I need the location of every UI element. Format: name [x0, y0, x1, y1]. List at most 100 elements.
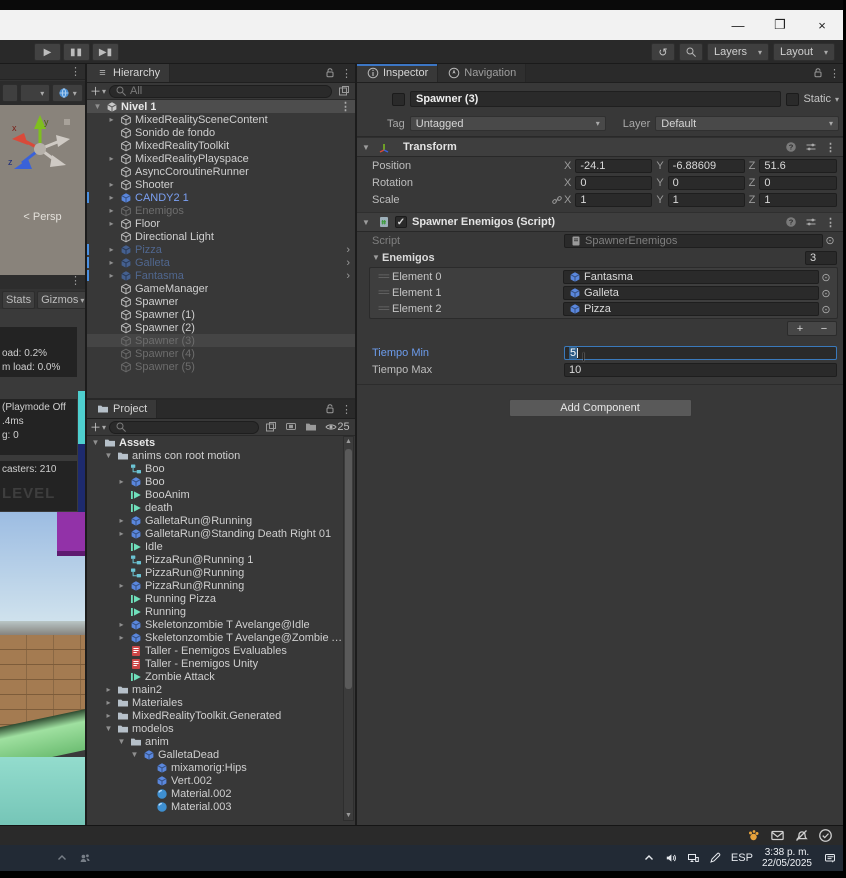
project-row[interactable]: BooAnim	[87, 488, 343, 501]
gizmos-button[interactable]: Gizmos ▾	[37, 291, 85, 309]
script-component-header[interactable]: ▼ ✓ Spawner Enemigos (Script) ? ⋮	[357, 212, 843, 232]
hierarchy-row[interactable]: Directional Light	[87, 230, 355, 243]
create-add-button[interactable]: ＋ ▾	[90, 419, 106, 435]
project-row[interactable]: ▸ Skeletonzombie T Avelange@Idle	[87, 618, 343, 631]
foldout-arrow[interactable]: ▼	[362, 218, 372, 227]
pick-window-icon[interactable]	[335, 85, 352, 97]
expand-arrow[interactable]: ▼	[93, 102, 102, 111]
play-button[interactable]: ▶	[34, 43, 61, 61]
object-name-field[interactable]: Spawner (3)	[410, 91, 782, 107]
project-row[interactable]: ▸ GalletaRun@Standing Death Right 01	[87, 527, 343, 540]
position-y-field[interactable]: -6.88609	[667, 158, 745, 173]
project-row[interactable]: Taller - Enemigos Evaluables	[87, 644, 343, 657]
add-component-button[interactable]: Add Component	[508, 399, 692, 417]
scene-visibility-button[interactable]	[2, 84, 18, 102]
kebab-icon[interactable]: ⋮	[340, 100, 351, 113]
kebab-icon[interactable]: ⋮	[338, 64, 355, 82]
lock-icon[interactable]	[321, 400, 338, 418]
remove-element-button[interactable]: −	[812, 322, 836, 335]
project-row[interactable]: Vert.002	[87, 774, 343, 787]
project-row[interactable]: ▼ GalletaDead	[87, 748, 343, 761]
hierarchy-row[interactable]: ▸ Shooter	[87, 178, 355, 191]
project-row[interactable]: Zombie Attack	[87, 670, 343, 683]
expand-arrow[interactable]: ▸	[117, 516, 126, 525]
tab-inspector[interactable]: Inspector	[357, 64, 439, 82]
project-row[interactable]: Material.003	[87, 800, 343, 813]
hierarchy-row[interactable]: ▸ Pizza ›	[87, 243, 355, 256]
project-row[interactable]: Material.002	[87, 787, 343, 800]
project-row[interactable]: Boo	[87, 462, 343, 475]
expand-arrow[interactable]: ▼	[104, 724, 113, 733]
people-icon[interactable]	[78, 852, 91, 864]
expand-arrow[interactable]: ▸	[107, 206, 116, 215]
prefab-enter-arrow[interactable]: ›	[346, 257, 350, 269]
hierarchy-row[interactable]: ▸ MixedRealityPlayspace	[87, 152, 355, 165]
expand-arrow[interactable]: ▸	[117, 477, 126, 486]
element-object-field[interactable]: Pizza	[563, 302, 819, 316]
gizmos-dropdown[interactable]: ▾	[51, 84, 83, 102]
expand-arrow[interactable]: ▸	[117, 633, 126, 642]
static-checkbox[interactable]	[786, 92, 800, 106]
tiempo-max-field[interactable]: 10	[564, 362, 837, 377]
hierarchy-row[interactable]: GameManager	[87, 282, 355, 295]
speaker-icon[interactable]	[665, 852, 678, 864]
hierarchy-row[interactable]: Spawner (1)	[87, 308, 355, 321]
scene-view-canvas[interactable]: y x z < Persp	[0, 105, 85, 275]
clock[interactable]: 3:38 p. m. 22/05/2025	[762, 847, 812, 869]
game-view-canvas[interactable]: oad: 0.2% m load: 0.0% (Playmode Off .4ms g…	[0, 309, 85, 825]
tiempo-min-field[interactable]: 5	[564, 345, 837, 360]
hierarchy-row[interactable]: ▸ Fantasma ›	[87, 269, 355, 282]
project-row[interactable]: ▸ GalletaRun@Running	[87, 514, 343, 527]
tiempo-min-label[interactable]: Tiempo Min	[372, 347, 564, 359]
tag-dropdown[interactable]: Untagged ▾	[409, 116, 606, 131]
position-label[interactable]: Position	[372, 160, 550, 172]
tab-navigation[interactable]: Navigation	[438, 64, 527, 82]
script-reference-field[interactable]: SpawnerEnemigos	[564, 233, 823, 248]
layout-dropdown[interactable]: Layout ▾	[773, 43, 835, 61]
position-z-field[interactable]: 51.6	[759, 158, 837, 173]
tray-chevron-up-icon[interactable]	[643, 852, 656, 864]
project-row[interactable]: ▼ modelos	[87, 722, 343, 735]
project-row[interactable]: PizzaRun@Running 1	[87, 553, 343, 566]
tab-hierarchy[interactable]: ≡ Hierarchy	[87, 64, 171, 82]
array-size-field[interactable]: 3	[805, 250, 837, 265]
project-row[interactable]: ▸ MixedRealityToolkit.Generated	[87, 709, 343, 722]
hierarchy-row[interactable]: ▼ Nivel 1 ⋮	[87, 100, 355, 113]
hierarchy-row[interactable]: Spawner	[87, 295, 355, 308]
kebab-icon[interactable]: ⋮	[823, 216, 838, 229]
expand-arrow[interactable]: ▸	[104, 685, 113, 694]
project-row[interactable]: PizzaRun@Running	[87, 566, 343, 579]
expand-arrow[interactable]: ▸	[104, 711, 113, 720]
expand-arrow[interactable]: ▼	[91, 438, 100, 447]
expand-arrow[interactable]: ▸	[107, 258, 116, 267]
active-checkbox[interactable]	[392, 92, 405, 106]
expand-arrow[interactable]: ▸	[107, 245, 116, 254]
expand-arrow[interactable]: ▸	[107, 219, 116, 228]
project-row[interactable]: ▸ Materiales	[87, 696, 343, 709]
kebab-icon[interactable]: ⋮	[70, 65, 81, 78]
array-element-row[interactable]: == Element 0 Fantasma ⊙	[370, 269, 837, 285]
enemigos-foldout-row[interactable]: ▼ Enemigos 3	[357, 249, 843, 266]
position-x-field[interactable]: -24.1	[575, 158, 653, 173]
search-button[interactable]	[679, 43, 703, 61]
element-object-field[interactable]: Fantasma	[563, 270, 819, 284]
lock-icon[interactable]	[809, 64, 826, 82]
hierarchy-row[interactable]: Spawner (5)	[87, 360, 355, 373]
hierarchy-row[interactable]: ▸ Floor	[87, 217, 355, 230]
hierarchy-row[interactable]: Sonido de fondo	[87, 126, 355, 139]
mail-icon[interactable]	[770, 828, 785, 843]
scale-x-field[interactable]: 1	[575, 192, 653, 207]
prefab-enter-arrow[interactable]: ›	[346, 270, 350, 282]
expand-arrow[interactable]: ▼	[117, 737, 126, 746]
expand-arrow[interactable]: ▸	[104, 698, 113, 707]
scene-orientation-gizmo[interactable]: y x z	[4, 113, 74, 181]
close-button[interactable]: ×	[801, 10, 843, 40]
component-enabled-checkbox[interactable]: ✓	[395, 216, 407, 228]
help-icon[interactable]: ?	[783, 216, 798, 228]
object-picker-icon[interactable]: ⊙	[819, 303, 833, 316]
camera-display-dropdown[interactable]: ▾	[20, 84, 50, 102]
project-row[interactable]: ▼ anims con root motion	[87, 449, 343, 462]
bell-muted-icon[interactable]	[794, 828, 809, 843]
project-row[interactable]: ▸ main2	[87, 683, 343, 696]
check-circle-icon[interactable]	[818, 828, 833, 843]
